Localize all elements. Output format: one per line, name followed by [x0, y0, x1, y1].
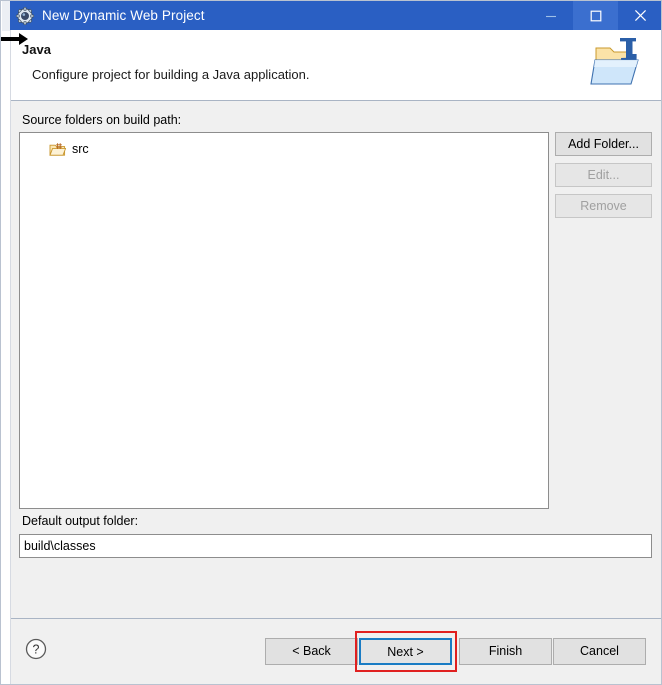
add-folder-button[interactable]: Add Folder... [555, 132, 652, 156]
new-dynamic-web-project-dialog: New Dynamic Web Project Java Configure p… [0, 0, 662, 685]
output-folder-input[interactable] [19, 534, 652, 558]
edit-folder-button: Edit... [555, 163, 652, 187]
background-gutter [1, 1, 11, 684]
next-button[interactable]: Next > [359, 638, 452, 665]
title-bar[interactable]: New Dynamic Web Project [10, 1, 661, 30]
wizard-body: Source folders on build path: src Add Fo… [11, 102, 661, 618]
finish-button[interactable]: Finish [459, 638, 552, 665]
eclipse-wizard-gear-icon [16, 6, 34, 25]
minimize-button[interactable] [528, 1, 573, 30]
cancel-button[interactable]: Cancel [553, 638, 646, 665]
remove-folder-button: Remove [555, 194, 652, 218]
gutter-strip [2, 1, 10, 31]
java-folder-wizard-icon [590, 34, 652, 92]
wizard-header: Java Configure project for building a Ja… [11, 30, 661, 101]
list-item-label: src [72, 142, 89, 156]
back-button[interactable]: < Back [265, 638, 358, 665]
list-item[interactable]: src [20, 139, 548, 159]
page-subtitle: Configure project for building a Java ap… [32, 67, 310, 82]
output-folder-label: Default output folder: [22, 514, 139, 528]
source-folders-list[interactable]: src [19, 132, 549, 509]
maximize-button[interactable] [573, 1, 618, 30]
help-circle-icon[interactable]: ? [24, 637, 48, 661]
close-button[interactable] [618, 1, 661, 30]
source-folders-label: Source folders on build path: [22, 113, 182, 127]
page-title: Java [22, 42, 51, 57]
svg-text:?: ? [33, 643, 40, 657]
window-title: New Dynamic Web Project [42, 8, 205, 23]
source-folder-icon [49, 142, 67, 157]
wizard-footer: ? < Back Next > Finish Cancel [11, 618, 661, 684]
